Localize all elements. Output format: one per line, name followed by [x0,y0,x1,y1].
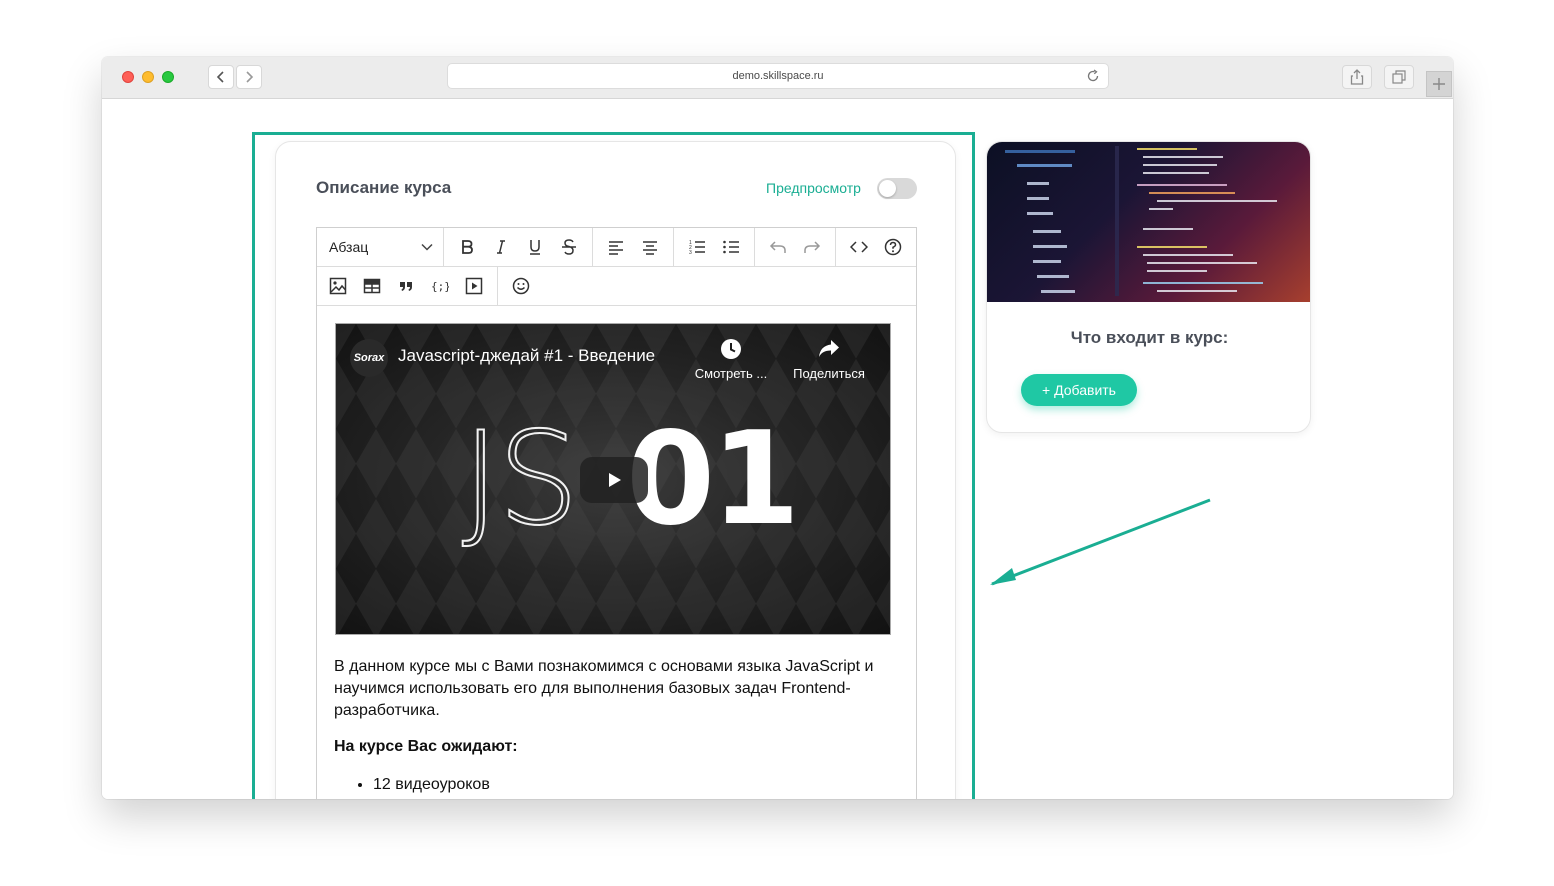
course-contents-card: Что входит в курс: + Добавить [986,141,1311,433]
watch-later-button[interactable]: Смотреть ... [688,338,774,381]
course-contents-title: Что входит в курс: [1070,328,1229,347]
forward-button[interactable] [236,65,262,89]
italic-icon [497,240,505,254]
play-icon [609,473,621,487]
paragraph-style-select[interactable]: Абзац [317,228,444,266]
insert-table-button[interactable] [355,271,389,301]
share-button[interactable] [1342,65,1372,89]
chevron-down-icon [421,243,433,251]
video-title[interactable]: Javascript-джедай #1 - Введение [398,346,655,366]
thumbnail-js-text: JS [461,405,580,554]
url-text: demo.skillspace.ru [732,70,824,82]
description-card: Описание курса Предпросмотр Абзац 1 2 3 … [275,141,956,799]
format-group [444,228,593,266]
preview-toggle[interactable] [877,178,917,199]
underline-button[interactable] [518,232,552,262]
share-video-button[interactable]: Поделиться [786,338,872,381]
ordered-list-icon: 123 [689,240,705,256]
paragraph-style-value: Абзац [329,239,369,255]
watch-later-label: Смотреть ... [694,366,768,381]
list-group: 123 [674,228,755,266]
editor-toolbar-row-2: {;} [317,267,916,306]
video-icon [465,277,483,295]
image-icon [329,277,347,295]
reload-icon[interactable] [1086,69,1100,83]
add-content-button[interactable]: + Добавить [1021,374,1137,406]
plus-icon [1433,78,1445,90]
emoji-group [498,267,544,305]
annotation-arrow [990,498,1211,586]
bold-icon [462,240,473,254]
underline-icon [530,240,540,255]
minimize-window-button[interactable] [142,71,154,83]
quote-icon [400,282,412,291]
code-block-icon: {;} [431,280,449,293]
help-button[interactable] [876,232,910,262]
insert-image-button[interactable] [321,271,355,301]
code-icon [850,241,868,253]
channel-avatar[interactable]: Sorax [350,339,388,377]
insert-emoji-button[interactable] [504,271,538,301]
chevron-right-icon [246,71,254,83]
embedded-video[interactable]: Sorax Javascript-джедай #1 - Введение См… [335,323,891,635]
list-item: 12 видеоуроков [373,776,490,794]
history-group [755,228,836,266]
browser-titlebar: demo.skillspace.ru [102,57,1453,99]
misc-group [836,228,916,266]
close-window-button[interactable] [122,71,134,83]
strikethrough-button[interactable] [552,232,586,262]
description-paragraph: В данном курсе мы с Вами познакомимся с … [334,658,874,719]
help-icon [884,238,902,256]
svg-text:{;}: {;} [431,280,449,293]
course-cover-image [987,142,1310,302]
undo-button[interactable] [761,232,795,262]
align-left-button[interactable] [599,232,633,262]
clock-icon [721,339,741,359]
description-bullet-list: 12 видеоуроков [373,776,490,794]
strikethrough-icon [562,239,576,255]
preview-label: Предпросмотр [766,180,861,196]
share-label: Поделиться [793,366,865,381]
bullet-list-icon [723,240,739,254]
new-tab-button[interactable] [1426,71,1452,97]
svg-text:3: 3 [689,250,692,256]
undo-icon [769,241,786,253]
rich-text-editor[interactable]: Абзац 1 2 3 {;} Sorax Javascript-джедай … [316,227,917,799]
source-code-button[interactable] [842,232,876,262]
share-icon [1350,69,1364,85]
tabs-overview-button[interactable] [1384,65,1414,89]
insert-group: {;} [317,267,498,305]
toggle-knob [879,180,896,197]
insert-quote-button[interactable] [389,271,423,301]
insert-video-button[interactable] [457,271,491,301]
back-button[interactable] [208,65,234,89]
table-icon [363,278,381,294]
emoji-icon [512,277,530,295]
ordered-list-button[interactable]: 123 [680,232,714,262]
maximize-window-button[interactable] [162,71,174,83]
align-left-icon [609,241,623,255]
insert-code-block-button[interactable]: {;} [423,271,457,301]
address-bar[interactable]: demo.skillspace.ru [447,63,1109,89]
description-heading: На курсе Вас ожидают: [334,738,518,755]
code-screenshot-graphic [1005,146,1277,296]
bullet-list-button[interactable] [714,232,748,262]
thumbnail-number-text: 01 [626,405,800,554]
browser-window: demo.skillspace.ru Описание курса Предпр… [102,57,1453,799]
share-arrow-icon [819,340,839,357]
chevron-left-icon [216,71,224,83]
italic-button[interactable] [484,232,518,262]
align-center-icon [643,241,657,255]
tabs-icon [1392,70,1406,84]
redo-button[interactable] [795,232,829,262]
editor-toolbar-row-1: Абзац 1 2 3 [317,228,916,267]
page-content: Описание курса Предпросмотр Абзац 1 2 3 … [102,99,1453,799]
align-center-button[interactable] [633,232,667,262]
play-button[interactable] [580,457,648,503]
align-group [593,228,674,266]
card-title: Описание курса [316,178,452,197]
redo-icon [804,241,821,253]
bold-button[interactable] [450,232,484,262]
